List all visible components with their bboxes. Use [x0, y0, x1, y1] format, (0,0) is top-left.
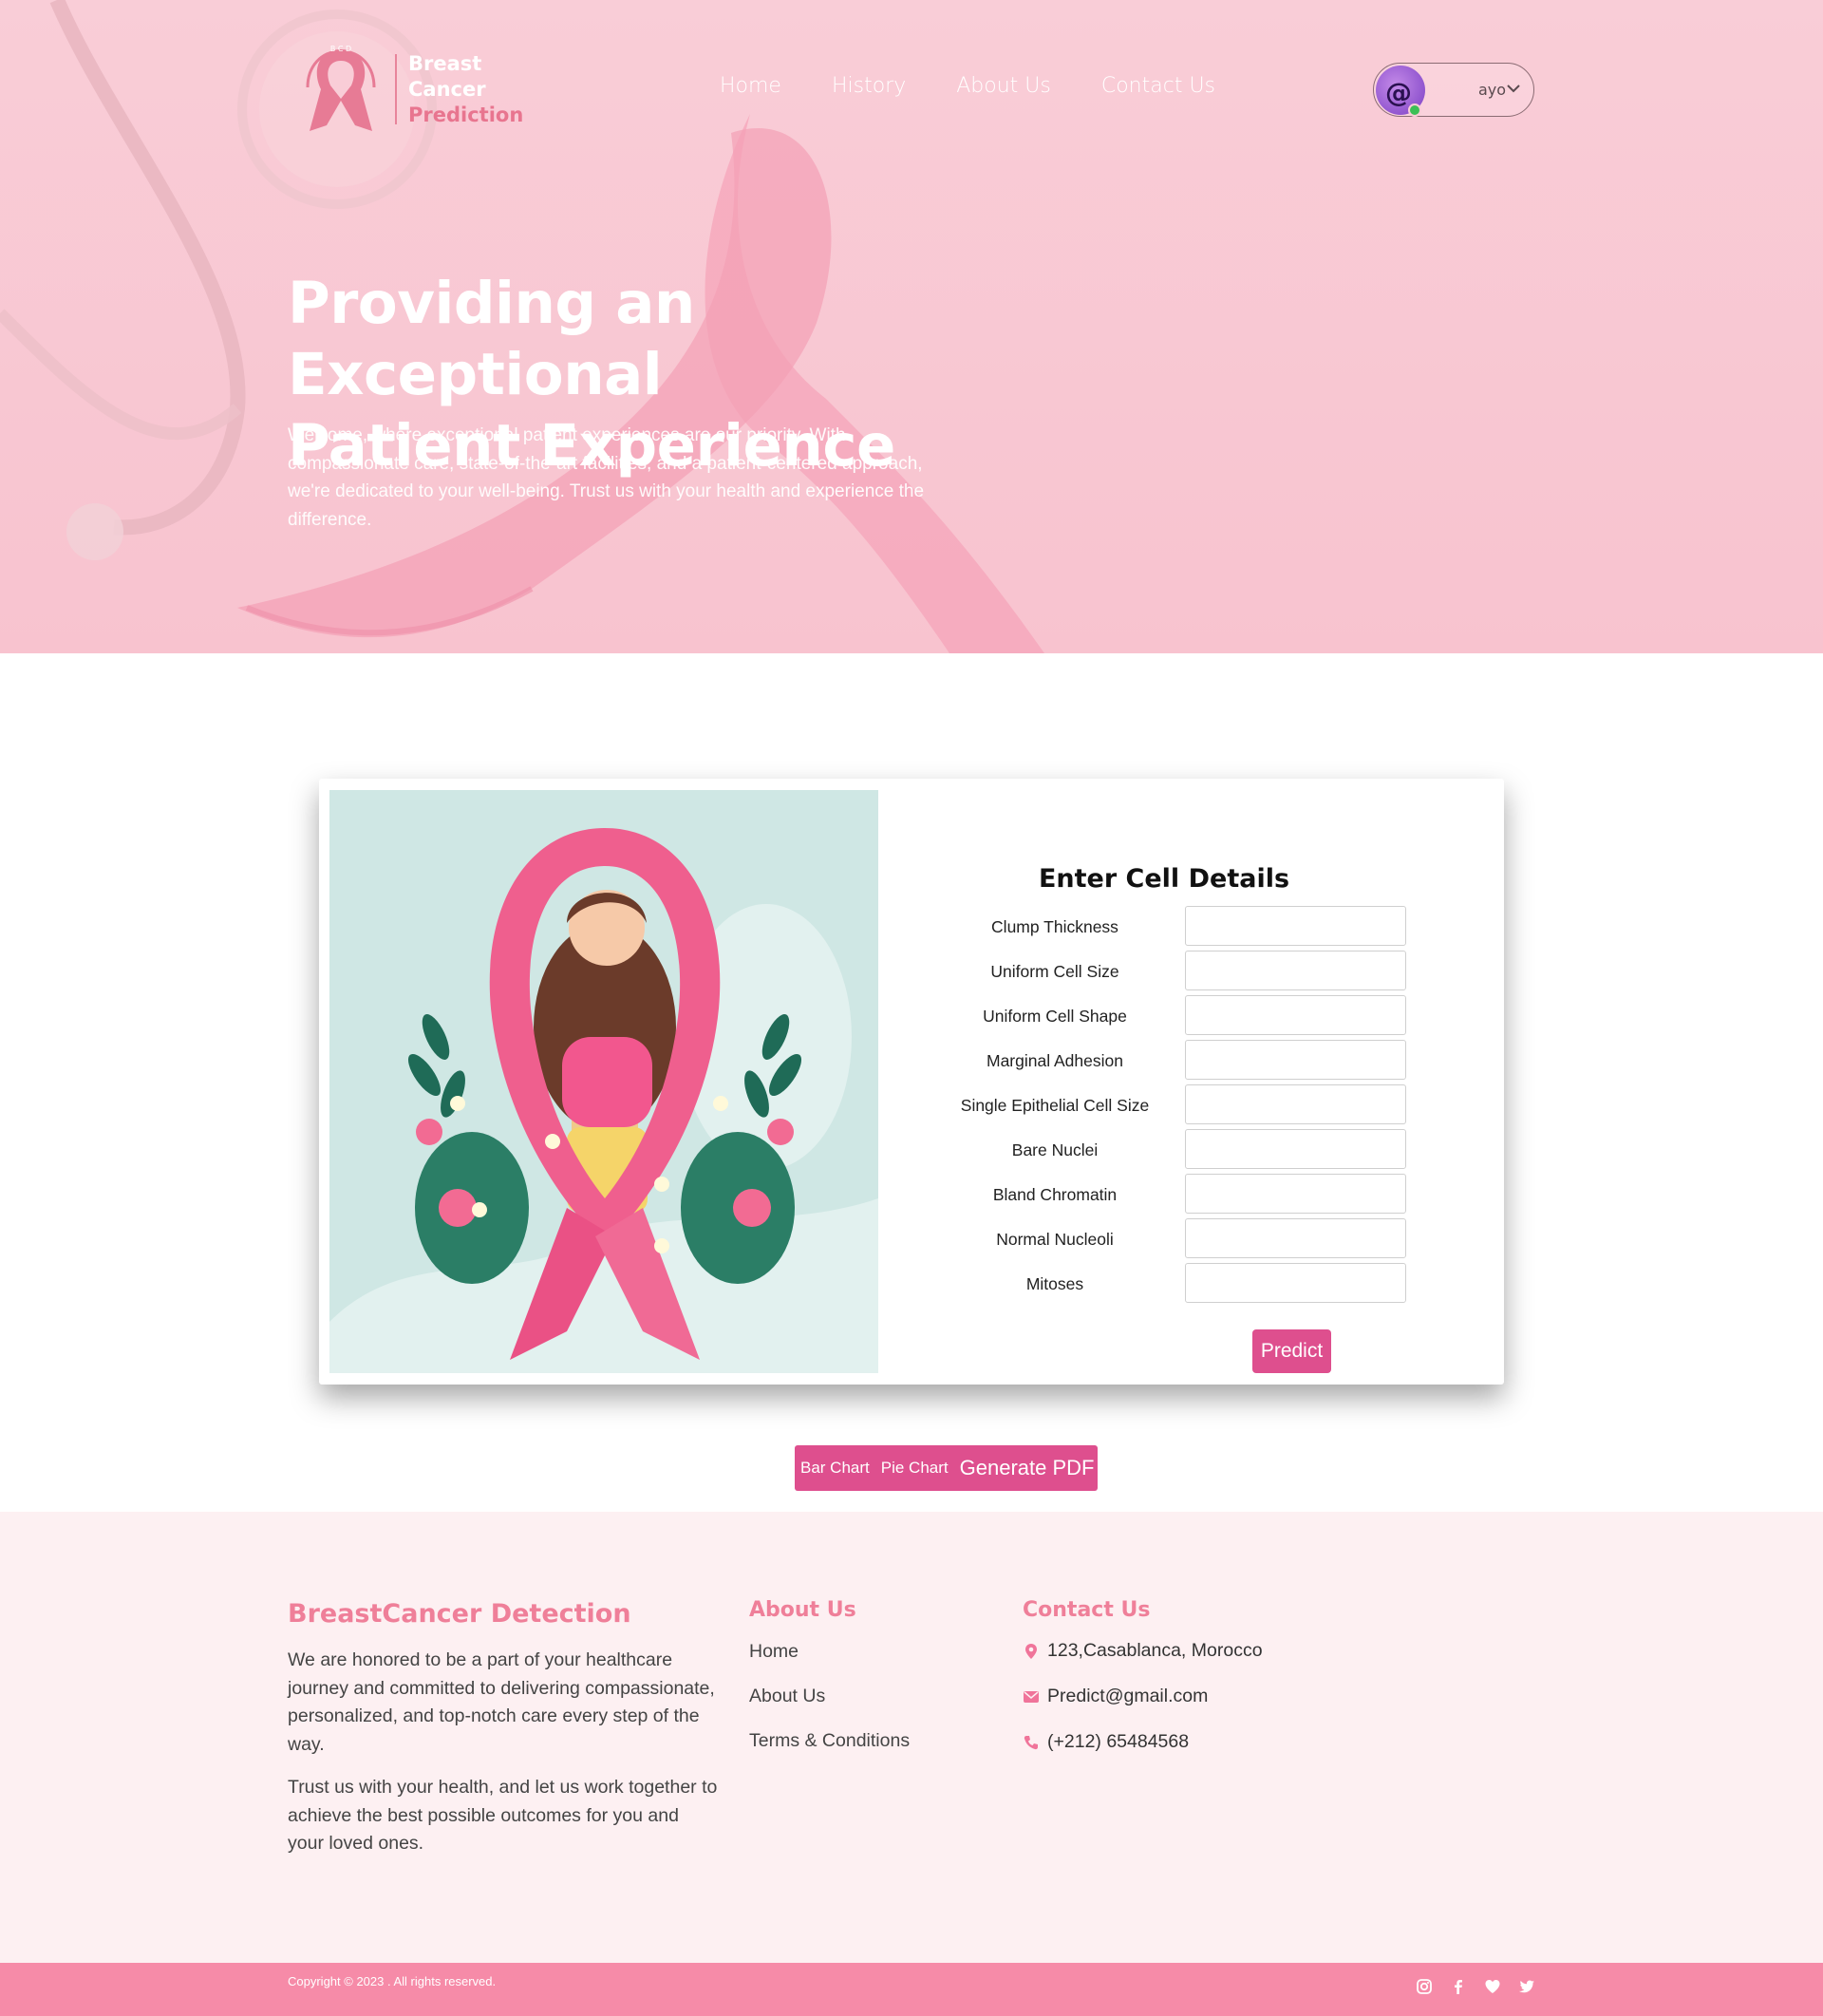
twitter-icon[interactable]: [1518, 1978, 1535, 1995]
avatar-at-icon: @: [1385, 77, 1412, 108]
nav-history[interactable]: History: [832, 74, 906, 98]
logo-letters: B C D: [330, 45, 351, 53]
form-title: Enter Cell Details: [1038, 864, 1290, 894]
field-label: Marginal Adhesion: [987, 1051, 1123, 1070]
field-input[interactable]: [1185, 995, 1406, 1035]
field-input[interactable]: [1185, 1129, 1406, 1169]
instagram-icon[interactable]: [1416, 1978, 1433, 1995]
brand-logo[interactable]: B C D Breast Cancer Prediction: [300, 44, 523, 135]
footer-about-heading: About Us: [749, 1598, 856, 1622]
field-label: Bland Chromatin: [992, 1185, 1118, 1204]
awareness-ribbon-illustration: [329, 790, 878, 1373]
brand-line-3: Prediction: [408, 103, 524, 126]
facebook-icon[interactable]: [1450, 1978, 1467, 1995]
footer-brand-title: BreastCancer Detection: [288, 1599, 631, 1629]
copyright-text: Copyright © 2023 . All rights reserved.: [288, 1974, 497, 1988]
field-input[interactable]: [1185, 951, 1406, 990]
mail-icon: [1024, 1690, 1039, 1703]
brand-line-1: Breast: [408, 51, 482, 75]
footer-link-about-us[interactable]: About Us: [749, 1686, 825, 1707]
hero-title-line-1: Providing an Exceptional: [288, 270, 695, 408]
nav-about-us[interactable]: About Us: [956, 74, 1051, 98]
footer-link-home[interactable]: Home: [749, 1641, 799, 1663]
heart-icon[interactable]: [1484, 1978, 1501, 1995]
footer-paragraph-1: We are honored to be a part of your heal…: [288, 1649, 715, 1755]
field-label: Uniform Cell Size: [990, 962, 1119, 981]
footer-paragraph-2: Trust us with your health, and let us wo…: [288, 1777, 718, 1854]
pie-chart-button[interactable]: Pie Chart: [881, 1459, 949, 1478]
field-label: Mitoses: [1025, 1274, 1084, 1293]
main-nav: Home History About Us Contact Us: [720, 74, 1215, 98]
bar-chart-button[interactable]: Bar Chart: [800, 1459, 870, 1478]
field-input[interactable]: [1185, 906, 1406, 946]
brand-name: Breast Cancer Prediction: [408, 51, 523, 128]
footer-email[interactable]: Predict@gmail.com: [1023, 1686, 1208, 1707]
user-menu-dropdown[interactable]: @ ayo: [1373, 63, 1534, 117]
location-pin-icon: [1025, 1643, 1037, 1659]
footer-contact-heading: Contact Us: [1023, 1598, 1151, 1622]
online-status-dot: [1408, 104, 1421, 117]
generate-pdf-button[interactable]: Generate PDF: [960, 1456, 1095, 1480]
phone-icon: [1024, 1735, 1038, 1749]
footer-address-text: 123,Casablanca, Morocco: [1047, 1640, 1263, 1661]
field-input[interactable]: [1185, 1040, 1406, 1080]
nav-contact-us[interactable]: Contact Us: [1101, 74, 1215, 98]
field-input[interactable]: [1185, 1263, 1406, 1303]
field-input[interactable]: [1185, 1218, 1406, 1258]
footer: BreastCancer Detection We are honored to…: [0, 1512, 1823, 1963]
footer-email-text: Predict@gmail.com: [1047, 1686, 1209, 1706]
brand-line-2: Cancer: [408, 77, 486, 101]
field-label: Clump Thickness: [991, 917, 1118, 936]
field-label: Uniform Cell Shape: [983, 1007, 1127, 1026]
logo-divider: [395, 54, 397, 124]
footer-phone[interactable]: (+212) 65484568: [1023, 1731, 1189, 1753]
user-name: ayo: [1478, 81, 1507, 99]
hero-description: Welcome, where exceptional patient exper…: [288, 425, 925, 530]
field-label: Bare Nuclei: [1011, 1140, 1099, 1159]
chart-actions-bar: Bar Chart Pie Chart Generate PDF: [795, 1445, 1098, 1491]
predict-button[interactable]: Predict: [1252, 1329, 1331, 1373]
field-label: Normal Nucleoli: [996, 1230, 1114, 1249]
hero-section: B C D Breast Cancer Prediction Home Hist…: [0, 0, 1823, 653]
prediction-card: Enter Cell Details Predict Clump Thickne…: [319, 779, 1504, 1385]
field-input[interactable]: [1185, 1084, 1406, 1124]
footer-link-terms[interactable]: Terms & Conditions: [749, 1730, 910, 1752]
nav-home[interactable]: Home: [720, 74, 781, 98]
footer-address: 123,Casablanca, Morocco: [1023, 1640, 1263, 1662]
chevron-down-icon: [1507, 85, 1520, 93]
copyright-bar: Copyright © 2023 . All rights reserved.: [0, 1963, 1823, 2016]
ribbon-logo-icon: B C D: [306, 45, 376, 131]
field-input[interactable]: [1185, 1174, 1406, 1214]
footer-phone-text: (+212) 65484568: [1047, 1731, 1190, 1752]
field-label: Single Epithelial Cell Size: [960, 1096, 1150, 1115]
